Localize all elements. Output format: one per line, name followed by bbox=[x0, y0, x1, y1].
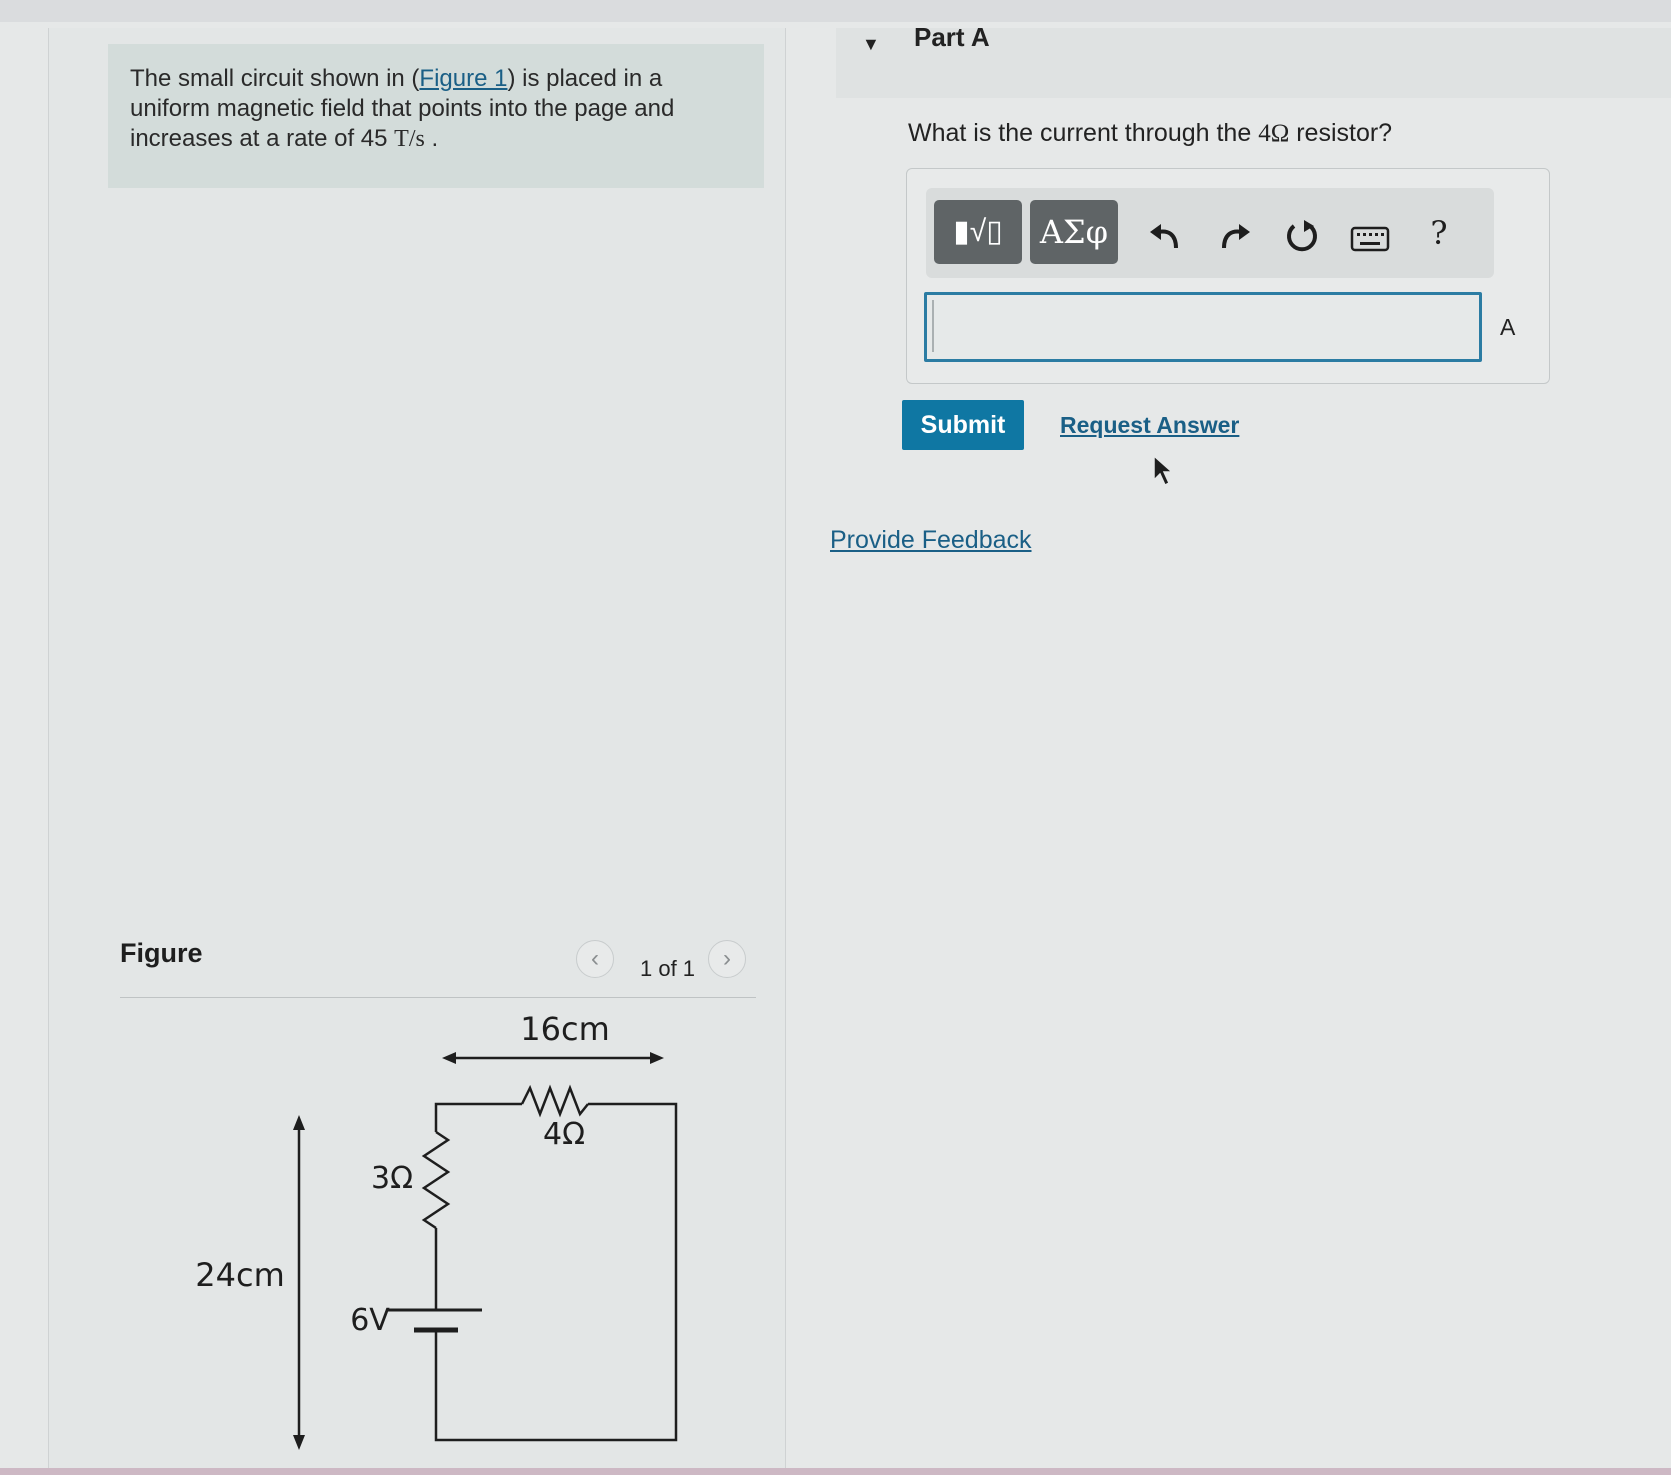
help-button[interactable]: ? bbox=[1424, 214, 1454, 254]
top-strip bbox=[0, 0, 1671, 22]
provide-feedback-link[interactable]: Provide Feedback bbox=[830, 526, 1032, 555]
text-cursor bbox=[932, 300, 934, 352]
answer-unit: A bbox=[1500, 314, 1516, 340]
height-label: 24cm bbox=[195, 1256, 284, 1294]
submit-button[interactable]: Submit bbox=[902, 400, 1024, 450]
keyboard-icon bbox=[1350, 226, 1390, 252]
redo-button[interactable] bbox=[1214, 216, 1254, 256]
chevron-right-icon: › bbox=[723, 945, 731, 972]
answer-input[interactable] bbox=[924, 292, 1482, 362]
question-pre: What is the current through the bbox=[908, 119, 1259, 147]
mouse-pointer-icon bbox=[1153, 454, 1174, 487]
width-arrow-right bbox=[650, 1052, 664, 1064]
wire-right-bottom bbox=[434, 1102, 678, 1442]
reset-button[interactable] bbox=[1282, 216, 1322, 256]
chevron-left-icon: ‹ bbox=[591, 945, 599, 972]
redo-icon bbox=[1222, 224, 1250, 249]
rate-unit: T/s bbox=[394, 126, 425, 152]
wire-top-left bbox=[434, 1102, 522, 1132]
collapse-caret-icon[interactable]: ▼ bbox=[862, 34, 880, 55]
part-title[interactable]: Part A bbox=[914, 22, 990, 53]
figure-pager: 1 of 1 bbox=[640, 956, 696, 981]
templates-button[interactable]: ▮√▯ bbox=[934, 200, 1022, 264]
problem-period: . bbox=[424, 125, 439, 152]
resistor-top-label: 4Ω bbox=[543, 1117, 585, 1152]
circuit-diagram: 16cm 24cm 4Ω 3Ω 6V bbox=[195, 1010, 678, 1450]
question-text: What is the current through the 4Ω resis… bbox=[908, 119, 1392, 148]
reset-icon bbox=[1287, 220, 1317, 252]
figure-divider bbox=[120, 997, 756, 998]
resistor-3-ohm bbox=[421, 1130, 451, 1230]
problem-statement: The small circuit shown in (Figure 1) is… bbox=[108, 44, 764, 188]
templates-label: ▮√▯ bbox=[953, 215, 1003, 248]
question-post: resistor? bbox=[1289, 119, 1393, 147]
battery-label: 6V bbox=[350, 1303, 390, 1338]
request-answer-link[interactable]: Request Answer bbox=[1060, 412, 1239, 439]
resistor-4-ohm bbox=[520, 1084, 589, 1118]
height-arrow-bottom bbox=[293, 1435, 305, 1450]
bottom-strip bbox=[0, 1468, 1671, 1475]
next-figure-button[interactable]: › bbox=[708, 940, 746, 978]
undo-icon bbox=[1150, 224, 1178, 249]
resistor-left-label: 3Ω bbox=[371, 1161, 413, 1196]
prev-figure-button[interactable]: ‹ bbox=[576, 940, 614, 978]
greek-label: ΑΣφ bbox=[1039, 213, 1109, 251]
height-arrow-top bbox=[293, 1115, 305, 1130]
undo-button[interactable] bbox=[1146, 216, 1186, 256]
width-arrow-left bbox=[442, 1052, 456, 1064]
help-label: ? bbox=[1430, 214, 1448, 252]
width-label: 16cm bbox=[520, 1010, 609, 1048]
figure-link[interactable]: Figure 1 bbox=[419, 65, 507, 92]
problem-intro: The small circuit shown in ( bbox=[130, 65, 420, 92]
greek-symbols-button[interactable]: ΑΣφ bbox=[1030, 200, 1118, 264]
figure-title: Figure bbox=[120, 938, 203, 968]
question-math: 4Ω bbox=[1258, 120, 1290, 147]
keyboard-button[interactable] bbox=[1350, 224, 1390, 254]
